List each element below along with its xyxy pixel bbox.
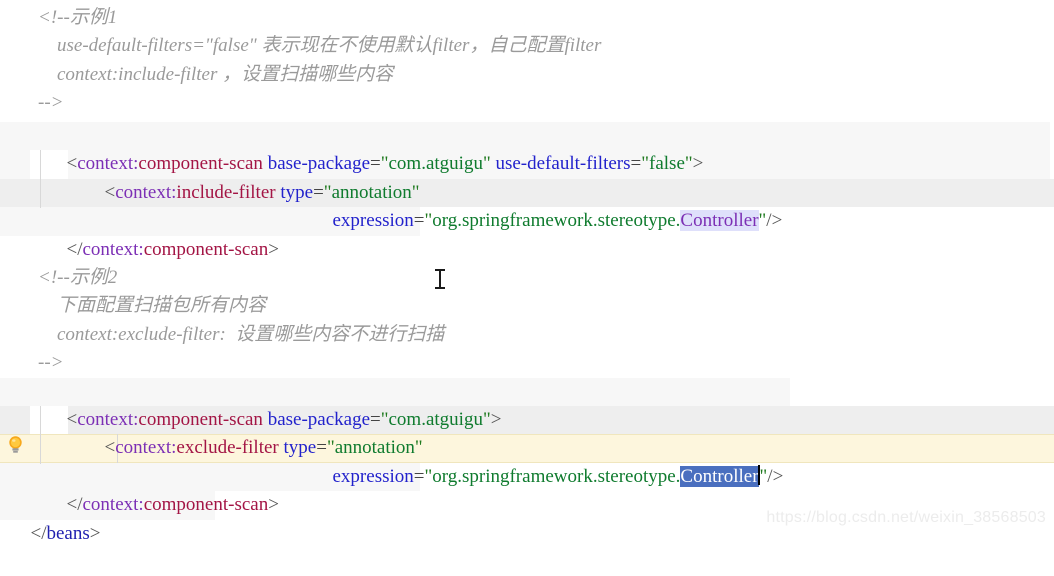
comment-text: context:include-filter ，设置扫描哪些内容 <box>38 63 394 85</box>
close-bracket: > <box>89 522 101 544</box>
comment-line[interactable]: 下面配置扫描包所有内容 <box>0 292 1054 320</box>
namespace-prefix: context: <box>82 238 144 260</box>
comment-line[interactable]: context:include-filter ，设置扫描哪些内容 <box>0 61 1054 89</box>
code-line-include-filter-open[interactable]: <context:include-filter type="annotation… <box>0 150 1054 203</box>
code-line-expression-exclude[interactable]: expression="org.springframework.stereoty… <box>0 434 1054 487</box>
comment-line[interactable]: use-default-filters="false" 表示现在不使用默认fil… <box>0 32 1054 60</box>
code-line-component-scan-close[interactable]: </context:component-scan> <box>0 207 1054 260</box>
text-ibeam-cursor <box>434 268 445 290</box>
comment-line[interactable]: <!--示例1 <box>0 4 1054 32</box>
comment-text: use-default-filters="false" 表示现在不使用默认fil… <box>38 35 602 57</box>
comment-text: 下面配置扫描包所有内容 <box>38 295 267 317</box>
tag-name: beans <box>46 522 90 544</box>
code-tokens: </beans> <box>2 491 101 576</box>
watermark-text: https://blog.csdn.net/weixin_38568503 <box>766 509 1046 526</box>
close-tag-open: </ <box>66 238 83 260</box>
code-line-exclude-filter-open[interactable]: <context:exclude-filter type="annotation… <box>0 406 1054 458</box>
tag-name: component-scan <box>143 238 269 260</box>
comment-line[interactable]: --> <box>0 89 1054 117</box>
comment-line[interactable]: context:exclude-filter: 设置哪些内容不进行扫描 <box>0 321 1054 349</box>
ibeam-stem <box>439 270 441 288</box>
ibeam-bottom-serif <box>435 287 445 289</box>
close-tag-open: </ <box>30 522 47 544</box>
code-line-expression-include[interactable]: expression="org.springframework.stereoty… <box>0 179 1054 232</box>
comment-text: <!--示例1 <box>38 7 118 28</box>
code-line-component-scan-open[interactable]: <context:component-scan base-package="co… <box>0 378 1054 430</box>
code-editor-pane[interactable]: <!--示例1 use-default-filters="false" 表示现在… <box>0 0 1054 544</box>
code-line-component-scan-close[interactable]: </context:component-scan> <box>0 463 1054 515</box>
comment-line[interactable]: --> <box>0 349 1054 377</box>
comment-text: context:exclude-filter: 设置哪些内容不进行扫描 <box>38 323 445 345</box>
close-bracket: > <box>268 238 279 260</box>
comment-text: --> <box>38 92 64 114</box>
comment-line[interactable]: <!--示例2 <box>0 264 1054 292</box>
comment-text: --> <box>38 352 64 374</box>
comment-text: <!--示例2 <box>38 267 118 288</box>
code-line-component-scan-open[interactable]: <context:component-scan base-package="co… <box>0 122 1054 174</box>
